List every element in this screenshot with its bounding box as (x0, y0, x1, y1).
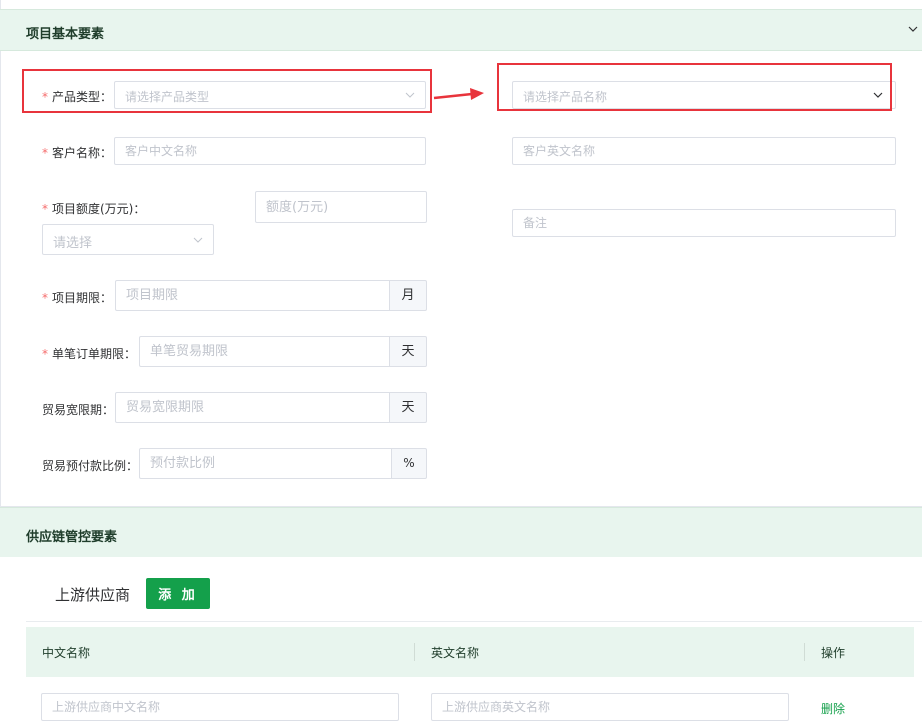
divider (26, 621, 922, 622)
trade-grace-period-input[interactable] (115, 392, 390, 423)
supply-section-header[interactable]: 供应链管控要素 (0, 507, 922, 557)
customer-english-name-input[interactable] (512, 137, 896, 165)
remarks-input[interactable] (512, 209, 896, 237)
single-order-term-unit: 天 (390, 336, 427, 367)
supply-section-title: 供应链管控要素 (26, 530, 118, 545)
chevron-down-icon[interactable] (908, 24, 918, 34)
customer-name-label: * 客户名称： (42, 146, 113, 160)
trade-prepayment-ratio-unit: % (392, 448, 427, 479)
basic-section-title: 项目基本要素 (26, 27, 105, 42)
column-separator (414, 643, 415, 661)
column-header-chinese-name: 中文名称 (42, 646, 91, 660)
supplier-table-header: 中文名称 英文名称 操作 (26, 627, 914, 677)
project-term-label: * 项目期限： (42, 291, 113, 305)
project-term-input[interactable] (115, 280, 390, 311)
project-amount-label: * 项目额度(万元)： (42, 202, 146, 216)
project-amount-select-placeholder: 请选择 (53, 236, 93, 251)
add-supplier-button[interactable]: 添 加 (146, 578, 210, 609)
single-order-term-label: * 单笔订单期限： (42, 347, 137, 361)
chevron-down-icon (193, 237, 203, 243)
customer-name-input[interactable] (114, 137, 426, 165)
column-header-action: 操作 (821, 646, 846, 660)
project-term-unit: 月 (390, 280, 427, 311)
project-amount-input[interactable] (255, 191, 427, 223)
single-order-term-input[interactable] (139, 336, 390, 367)
supplier-english-name-input[interactable] (431, 693, 789, 721)
trade-prepayment-ratio-input[interactable] (139, 448, 392, 479)
delete-supplier-link[interactable]: 删除 (821, 700, 845, 717)
arrow-right-icon (433, 88, 484, 100)
project-amount-unit-select[interactable]: 请选择 (42, 224, 214, 255)
annotation-box-product-type (22, 69, 432, 113)
column-header-english-name: 英文名称 (431, 646, 480, 660)
basic-section-body (0, 51, 922, 507)
basic-section-header[interactable]: 项目基本要素 (0, 9, 922, 51)
supplier-chinese-name-input[interactable] (41, 693, 399, 721)
upstream-supplier-title: 上游供应商 (55, 586, 131, 604)
annotation-box-product-name (497, 63, 892, 111)
trade-prepayment-ratio-label: 贸易预付款比例： (42, 459, 139, 473)
column-separator (804, 643, 805, 661)
trade-grace-period-label: 贸易宽限期： (42, 403, 115, 417)
trade-grace-period-unit: 天 (390, 392, 427, 423)
